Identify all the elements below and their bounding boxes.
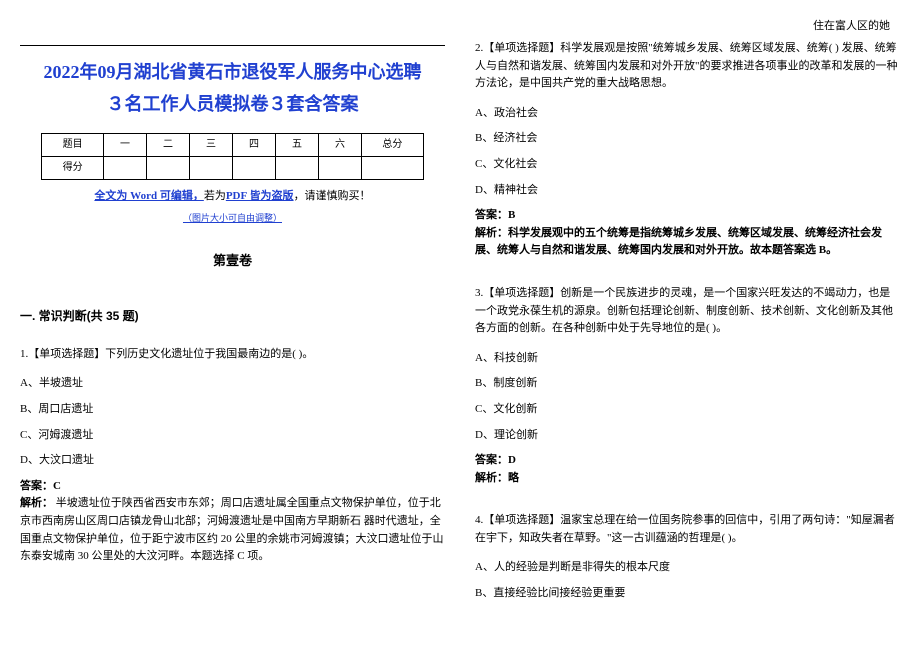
right-column: 2.【单项选择题】科学发展观是按照"统筹城乡发展、统筹区域发展、统筹( ) 发展… bbox=[475, 10, 900, 621]
q4-opt-a: A、人的经验是判断是非得失的根本尺度 bbox=[475, 559, 900, 577]
q1-opt-a: A、半坡遗址 bbox=[20, 375, 445, 393]
q2-opt-b: B、经济社会 bbox=[475, 130, 900, 148]
q3-opt-d: D、理论创新 bbox=[475, 427, 900, 445]
td: 得分 bbox=[42, 156, 104, 179]
page-wrapper: 2022年09月湖北省黄石市退役军人服务中心选聘３名工作人员模拟卷３套含答案 题… bbox=[0, 0, 920, 631]
q3-answer-label: 答案：D bbox=[475, 452, 900, 470]
th: 五 bbox=[275, 133, 318, 156]
q1-answer: 答案：C 解析： 半坡遗址位于陕西省西安市东郊；周口店遗址属全国重点文物保护单位… bbox=[20, 478, 445, 566]
header-mark: 住在富人区的她 bbox=[813, 18, 890, 36]
th: 六 bbox=[318, 133, 361, 156]
question-2: 2.【单项选择题】科学发展观是按照"统筹城乡发展、统筹区域发展、统筹( ) 发展… bbox=[475, 40, 900, 260]
q2-analysis-label: 解析： bbox=[475, 227, 508, 239]
section-title: 一. 常识判断(共 35 题) bbox=[20, 307, 445, 326]
q2-stem: 2.【单项选择题】科学发展观是按照"统筹城乡发展、统筹区域发展、统筹( ) 发展… bbox=[475, 40, 900, 93]
q3-opt-c: C、文化创新 bbox=[475, 401, 900, 419]
top-hr bbox=[20, 45, 445, 46]
score-table: 题目 一 二 三 四 五 六 总分 得分 bbox=[41, 133, 424, 180]
q2-answer: 答案：B 解析：科学发展观中的五个统筹是指统筹城乡发展、统筹区域发展、统筹经济社… bbox=[475, 207, 900, 260]
q4-options: A、人的经验是判断是非得失的根本尺度 B、直接经验比间接经验更重要 bbox=[475, 559, 900, 602]
q3-options: A、科技创新 B、制度创新 C、文化创新 D、理论创新 bbox=[475, 350, 900, 444]
th: 一 bbox=[103, 133, 146, 156]
th: 二 bbox=[146, 133, 189, 156]
q1-answer-label: 答案：C bbox=[20, 478, 445, 496]
q1-opt-b: B、周口店遗址 bbox=[20, 401, 445, 419]
q3-answer: 答案：D 解析：略 bbox=[475, 452, 900, 487]
q2-opt-c: C、文化社会 bbox=[475, 156, 900, 174]
volume-title: 第壹卷 bbox=[20, 251, 445, 272]
question-4: 4.【单项选择题】温家宝总理在给一位国务院参事的回信中，引用了两句诗："知屋漏者… bbox=[475, 512, 900, 602]
q2-opt-a: A、政治社会 bbox=[475, 105, 900, 123]
q2-analysis: 解析：科学发展观中的五个统筹是指统筹城乡发展、统筹区域发展、统筹经济社会发展、统… bbox=[475, 225, 900, 260]
td bbox=[103, 156, 146, 179]
th: 题目 bbox=[42, 133, 104, 156]
q2-answer-label: 答案：B bbox=[475, 207, 900, 225]
th: 四 bbox=[232, 133, 275, 156]
question-1: 1.【单项选择题】下列历史文化遗址位于我国最南边的是( )。 A、半坡遗址 B、… bbox=[20, 346, 445, 566]
th: 总分 bbox=[361, 133, 423, 156]
q1-analysis-text: 半坡遗址位于陕西省西安市东郊；周口店遗址属全国重点文物保护单位，位于北京市西南房… bbox=[20, 497, 444, 562]
q1-stem: 1.【单项选择题】下列历史文化遗址位于我国最南边的是( )。 bbox=[20, 346, 445, 364]
notice-suffix: ，请谨慎购买！ bbox=[294, 190, 371, 202]
notice-pdf: PDF 皆为盗版 bbox=[226, 190, 294, 202]
q3-opt-b: B、制度创新 bbox=[475, 375, 900, 393]
q3-opt-a: A、科技创新 bbox=[475, 350, 900, 368]
td bbox=[318, 156, 361, 179]
th: 三 bbox=[189, 133, 232, 156]
score-value-row: 得分 bbox=[42, 156, 424, 179]
td bbox=[189, 156, 232, 179]
q3-analysis-text: 略 bbox=[508, 472, 519, 484]
question-3: 3.【单项选择题】创新是一个民族进步的灵魂，是一个国家兴旺发达的不竭动力，也是一… bbox=[475, 285, 900, 487]
notice-mid: 若为 bbox=[204, 190, 226, 202]
editable-notice: 全文为 Word 可编辑，若为PDF 皆为盗版，请谨慎购买！ bbox=[20, 188, 445, 206]
q2-options: A、政治社会 B、经济社会 C、文化社会 D、精神社会 bbox=[475, 105, 900, 199]
td bbox=[275, 156, 318, 179]
q3-stem: 3.【单项选择题】创新是一个民族进步的灵魂，是一个国家兴旺发达的不竭动力，也是一… bbox=[475, 285, 900, 338]
q4-opt-b: B、直接经验比间接经验更重要 bbox=[475, 585, 900, 603]
q4-stem: 4.【单项选择题】温家宝总理在给一位国务院参事的回信中，引用了两句诗："知屋漏者… bbox=[475, 512, 900, 547]
q1-opt-d: D、大汶口遗址 bbox=[20, 452, 445, 470]
main-title: 2022年09月湖北省黄石市退役军人服务中心选聘３名工作人员模拟卷３套含答案 bbox=[40, 56, 425, 121]
q1-opt-c: C、河姆渡遗址 bbox=[20, 427, 445, 445]
q1-analysis: 解析： 半坡遗址位于陕西省西安市东郊；周口店遗址属全国重点文物保护单位，位于北京… bbox=[20, 495, 445, 565]
q1-options: A、半坡遗址 B、周口店遗址 C、河姆渡遗址 D、大汶口遗址 bbox=[20, 375, 445, 469]
td bbox=[361, 156, 423, 179]
image-note: （图片大小可自由调整） bbox=[20, 211, 445, 225]
td bbox=[146, 156, 189, 179]
q2-analysis-text: 科学发展观中的五个统筹是指统筹城乡发展、统筹区域发展、统筹经济社会发展、统筹人与… bbox=[475, 227, 882, 257]
q3-analysis-label: 解析： bbox=[475, 472, 508, 484]
td bbox=[232, 156, 275, 179]
left-column: 2022年09月湖北省黄石市退役军人服务中心选聘３名工作人员模拟卷３套含答案 题… bbox=[20, 10, 445, 621]
q1-analysis-label: 解析： bbox=[20, 497, 53, 509]
score-header-row: 题目 一 二 三 四 五 六 总分 bbox=[42, 133, 424, 156]
notice-word: 全文为 Word 可编辑， bbox=[94, 190, 203, 202]
q3-analysis: 解析：略 bbox=[475, 470, 900, 488]
q2-opt-d: D、精神社会 bbox=[475, 182, 900, 200]
